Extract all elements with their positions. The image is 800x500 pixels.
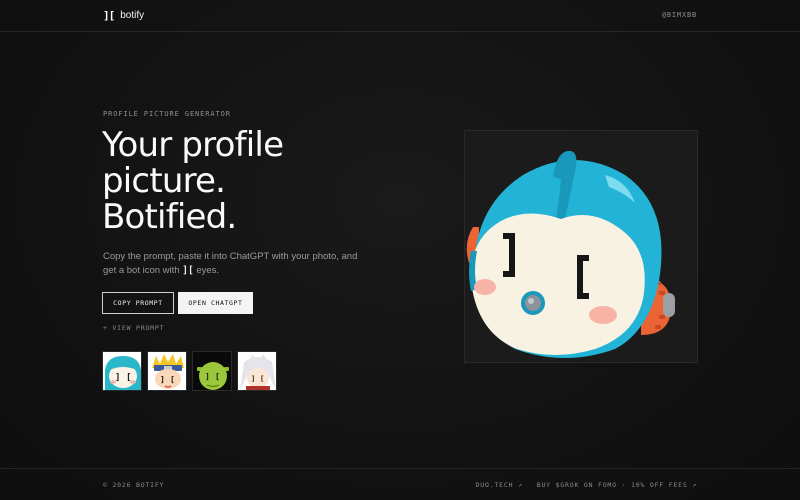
bot-eyes-glyph: ][ [182, 265, 194, 276]
top-bar: ][ botify @BIMXBB [0, 0, 800, 32]
view-prompt-toggle[interactable]: + VIEW PROMPT [103, 324, 164, 332]
brand-eyes-icon: ][ [103, 9, 115, 22]
duo-tech-link[interactable]: DUO.TECH ↗ [476, 481, 523, 489]
svg-text:[: [ [215, 372, 220, 381]
bot-mascot-illustration [466, 150, 675, 358]
thumb-white-hair-bot[interactable]: ] [ [237, 351, 277, 391]
headline-line-3: Botified. [102, 197, 237, 237]
eyebrow-label: PROFILE PICTURE GENERATOR [103, 110, 231, 118]
buy-grok-link[interactable]: BUY $GROK ON FOMO · 10% OFF FEES ↗ [537, 481, 697, 489]
open-chatgpt-button[interactable]: OPEN CHATGPT [178, 292, 253, 314]
author-handle-link[interactable]: @BIMXBB [662, 11, 697, 19]
thumb-ninja-bot[interactable]: ] [ [147, 351, 187, 391]
footer-links: DUO.TECH ↗ BUY $GROK ON FOMO · 10% OFF F… [462, 481, 697, 489]
example-gallery: ] [ ] [ ] [] [ [102, 351, 277, 391]
headline-line-1: Your profile [102, 125, 284, 165]
svg-text:[: [ [170, 375, 175, 384]
brand-name: botify [120, 10, 145, 21]
thumb-teal-hair-bot[interactable]: ] [ [102, 351, 142, 391]
svg-text:]: ] [251, 375, 255, 383]
thumb-green-ogre-bot[interactable]: ] [ [192, 351, 232, 391]
bot-preview-card [464, 130, 698, 363]
description-end: eyes. [196, 265, 220, 276]
svg-text:[: [ [260, 375, 264, 383]
brand-logo[interactable]: ][ botify [103, 9, 144, 22]
footer: © 2026 BOTIFY DUO.TECH ↗ BUY $GROK ON FO… [0, 468, 800, 500]
copyright-text: © 2026 BOTIFY [103, 481, 165, 489]
description-text: Copy the prompt, paste it into ChatGPT w… [103, 251, 358, 276]
svg-text:]: ] [205, 372, 210, 381]
copy-prompt-button[interactable]: COPY PROMPT [102, 292, 174, 314]
hero-description: Copy the prompt, paste it into ChatGPT w… [103, 250, 363, 278]
page-title: Your profile picture. Botified. [102, 127, 402, 235]
headline-line-2: picture. [102, 161, 226, 201]
svg-text:]: ] [160, 375, 165, 384]
